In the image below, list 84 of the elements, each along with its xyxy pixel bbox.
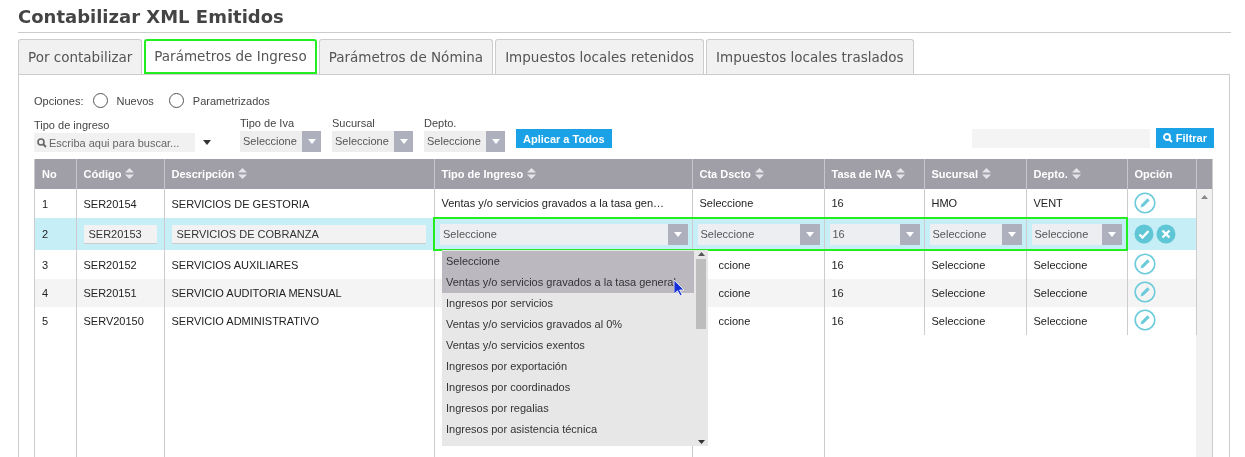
cursor-icon — [674, 280, 685, 296]
table-cell: SERVICIOS DE GESTORIA — [171, 197, 310, 210]
dropdown-option[interactable]: Seleccione — [442, 251, 694, 272]
select-field[interactable]: Seleccione — [424, 131, 505, 152]
table-cell: Ventas y/o servicios gravados a la tasa gen… — [441, 197, 665, 209]
table-cell: 4 — [42, 287, 49, 299]
table-cell: 16 — [831, 315, 844, 327]
table-cell: Seleccione — [1033, 287, 1088, 299]
table-cell: HMO — [931, 197, 958, 209]
edit-icon[interactable] — [1133, 252, 1156, 275]
table-cell: SERVICIO ADMINISTRATIVO — [171, 315, 319, 327]
edit-icon[interactable] — [1133, 309, 1156, 331]
table-cell: Seleccione — [1033, 259, 1088, 271]
table-cell: SERVICIO AUDITORIA MENSUAL — [171, 287, 342, 299]
filter-label: Tipo de Iva — [240, 117, 295, 129]
table-cell: 16 — [831, 287, 844, 299]
select-field[interactable]: Seleccione — [440, 223, 688, 245]
table-cell: 16 — [831, 197, 844, 209]
scroll-up-icon[interactable] — [1200, 195, 1208, 199]
dropdown-option[interactable]: Ventas y/o servicios gravados al 0% — [442, 314, 694, 335]
table-cell: Seleccione — [699, 197, 754, 209]
radio-label: Parametrizados — [192, 94, 270, 107]
tab[interactable]: Impuestos locales retenidos — [495, 39, 704, 74]
caret-icon — [905, 231, 914, 237]
table-cell: 3 — [42, 258, 49, 271]
dropdown-option[interactable]: Ingresos por coordinados — [442, 377, 694, 398]
options-label: Opciones: — [34, 94, 84, 107]
table-cell: 2 — [35, 218, 76, 250]
cancel-icon[interactable] — [1156, 224, 1176, 244]
table-cell: ccione — [718, 287, 751, 299]
table-cell: Seleccione — [931, 315, 986, 327]
table-cell: SERVICIOS AUXILIARES — [171, 258, 299, 271]
select-field[interactable]: Seleccione — [240, 131, 321, 152]
description-input[interactable]: SERVICIOS DE COBRANZA — [171, 224, 426, 244]
caret-icon[interactable] — [203, 140, 211, 145]
search-field[interactable]: Escriba aqui para buscar... — [34, 133, 195, 152]
caret-icon — [1108, 231, 1116, 237]
select-field[interactable]: 16 — [829, 223, 920, 245]
scroll-down-icon[interactable] — [697, 440, 705, 444]
table-cell: 16 — [831, 259, 844, 271]
dropdown-option[interactable]: Ingresos por asistencia técnica — [442, 419, 694, 440]
edit-icon[interactable] — [1133, 191, 1156, 214]
table-cell: SER20154 — [83, 197, 137, 210]
filter-label: Depto. — [424, 117, 458, 129]
caret-icon — [307, 139, 316, 144]
tab[interactable]: Parámetros de Nómina — [318, 39, 494, 74]
radio-label: Nuevos — [116, 94, 154, 107]
table-cell: Seleccione — [931, 259, 986, 271]
select-field[interactable]: Seleccione — [929, 223, 1022, 245]
dropdown-option[interactable]: Ventas y/o servicios exentos — [442, 335, 694, 356]
caret-icon — [805, 231, 814, 237]
code-input[interactable]: SER20153 — [83, 224, 157, 244]
table-cell: ccione — [718, 315, 751, 327]
table-cell: SER20151 — [83, 287, 137, 299]
search-icon — [37, 137, 47, 148]
table-cell: SER20152 — [83, 258, 137, 271]
tab[interactable]: Por contabilizar — [18, 39, 143, 74]
filter-label: Sucursal — [332, 117, 376, 129]
table-cell: 1 — [42, 197, 49, 210]
dropdown-option[interactable]: Ingresos por regalias — [442, 398, 694, 419]
table-cell: Seleccione — [1033, 315, 1088, 327]
dropdown-option[interactable]: Ingresos por servicios — [442, 293, 694, 314]
search-icon — [1162, 133, 1173, 143]
table-cell: VENT — [1033, 197, 1063, 209]
caret-icon — [491, 139, 500, 144]
scroll-up-icon[interactable] — [697, 252, 705, 256]
caret-icon — [399, 139, 408, 144]
caret-icon — [673, 231, 682, 237]
tab[interactable]: Parámetros de Ingreso — [144, 39, 317, 74]
table-cell: 5 — [42, 315, 49, 327]
table-cell: SERV20150 — [83, 315, 144, 327]
scrollbar[interactable] — [694, 250, 708, 446]
select-field[interactable]: Seleccione — [1031, 223, 1122, 245]
select-field[interactable]: Seleccione — [697, 223, 820, 245]
page-title: Contabilizar XML Emitidos — [18, 6, 1231, 33]
edit-icon[interactable] — [1133, 281, 1156, 303]
tab[interactable]: Impuestos locales traslados — [706, 39, 914, 74]
check-icon[interactable] — [1134, 224, 1154, 244]
table-cell: Seleccione — [931, 287, 986, 299]
filter-label: Tipo de ingreso — [34, 119, 111, 131]
caret-icon — [1007, 231, 1016, 237]
select-field[interactable]: Seleccione — [332, 131, 413, 152]
table-cell: ccione — [718, 259, 751, 271]
dropdown-option[interactable]: Ingresos por exportación — [442, 356, 694, 377]
